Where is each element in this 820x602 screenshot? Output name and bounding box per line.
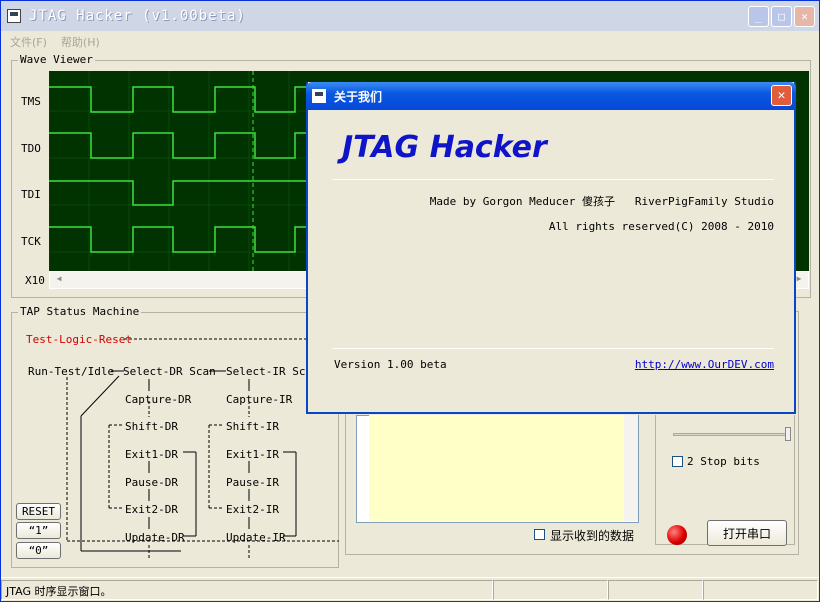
show-received-label: 显示收到的数据: [550, 529, 635, 543]
state-exit1-ir: Exit1-IR: [226, 448, 279, 461]
receive-text-area[interactable]: [369, 415, 624, 521]
state-shift-dr: Shift-DR: [125, 420, 178, 433]
wave-tdi: [49, 180, 309, 206]
send-one-button[interactable]: “1”: [16, 522, 61, 539]
track-label-tms: TMS: [21, 95, 41, 108]
state-select-dr: Select-DR Scan: [123, 365, 216, 378]
state-select-ir: Select-IR Scan: [226, 365, 319, 378]
wave-tdo: [49, 132, 309, 159]
about-app-icon: [312, 89, 326, 103]
state-pause-ir: Pause-IR: [226, 476, 279, 489]
stop-bits-label: 2 Stop bits: [687, 455, 760, 468]
about-close-button[interactable]: ✕: [771, 85, 792, 106]
status-pane-3: [608, 580, 703, 600]
stop-bits-checkbox[interactable]: [672, 456, 683, 467]
window-title: JTAG Hacker (v1.00beta): [29, 8, 246, 24]
wave-tms: [49, 86, 309, 113]
state-update-ir: Update-IR: [226, 531, 286, 544]
send-zero-button[interactable]: “0”: [16, 542, 61, 559]
scroll-left-icon[interactable]: ◀: [52, 274, 66, 288]
about-website-link[interactable]: http://www.OurDEV.com: [635, 358, 774, 371]
state-update-dr: Update-DR: [125, 531, 185, 544]
state-capture-dr: Capture-DR: [125, 393, 192, 406]
menu-bar: 文件(F) 帮助(H): [1, 32, 100, 52]
status-pane-2: [493, 580, 608, 600]
state-shift-ir: Shift-IR: [226, 420, 279, 433]
baud-slider-thumb[interactable]: [785, 427, 791, 441]
about-title: 关于我们: [334, 89, 383, 104]
show-received-checkbox[interactable]: [534, 529, 545, 540]
state-run-test-idle: Run-Test/Idle: [28, 365, 115, 378]
wave-tck: [49, 226, 309, 253]
state-exit2-ir: Exit2-IR: [226, 503, 279, 516]
status-pane-4: [703, 580, 818, 600]
menu-help[interactable]: 帮助(H): [61, 34, 100, 50]
minimize-button[interactable]: _: [748, 6, 769, 27]
about-version: Version 1.00 beta: [334, 358, 447, 371]
about-title-bar[interactable]: 关于我们 ✕: [306, 82, 796, 110]
track-label-tdi: TDI: [21, 188, 41, 201]
about-made-by: Made by Gorgon Meducer 傻孩子 RiverPigFamil…: [429, 195, 774, 208]
menu-file[interactable]: 文件(F): [10, 34, 47, 50]
maximize-button[interactable]: □: [771, 6, 792, 27]
baud-slider-track[interactable]: [673, 433, 788, 436]
state-test-logic-reset: Test-Logic-Reset: [26, 333, 132, 346]
close-button[interactable]: ✕: [794, 6, 815, 27]
open-port-button[interactable]: 打开串口: [707, 520, 787, 546]
port-status-led-icon: [667, 525, 687, 545]
status-bar: JTAG 时序显示窗口。: [1, 577, 819, 601]
tap-label: TAP Status Machine: [18, 305, 142, 318]
about-rights: All rights reserved(C) 2008 - 2010: [548, 220, 774, 233]
title-bar[interactable]: JTAG Hacker (v1.00beta) _ □ ✕: [1, 1, 819, 31]
about-body: JTAG Hacker Made by Gorgon Meducer 傻孩子 R…: [308, 110, 794, 412]
about-dialog: 关于我们 ✕ JTAG Hacker Made by Gorgon Meduce…: [306, 82, 796, 414]
about-divider-bottom: [332, 348, 774, 349]
about-product-name: JTAG Hacker: [342, 130, 547, 165]
state-capture-ir: Capture-IR: [226, 393, 293, 406]
reset-button[interactable]: RESET: [16, 503, 61, 520]
app-icon[interactable]: [7, 9, 21, 23]
state-pause-dr: Pause-DR: [125, 476, 178, 489]
about-divider-top: [332, 179, 774, 180]
track-label-tck: TCK: [21, 235, 41, 248]
wave-viewer-label: Wave Viewer: [18, 53, 95, 66]
state-exit1-dr: Exit1-DR: [125, 448, 178, 461]
zoom-label: X10: [25, 274, 45, 287]
status-text: JTAG 时序显示窗口。: [1, 580, 493, 600]
receive-scrollbar[interactable]: [624, 415, 638, 521]
track-label-tdo: TDO: [21, 142, 41, 155]
state-exit2-dr: Exit2-DR: [125, 503, 178, 516]
